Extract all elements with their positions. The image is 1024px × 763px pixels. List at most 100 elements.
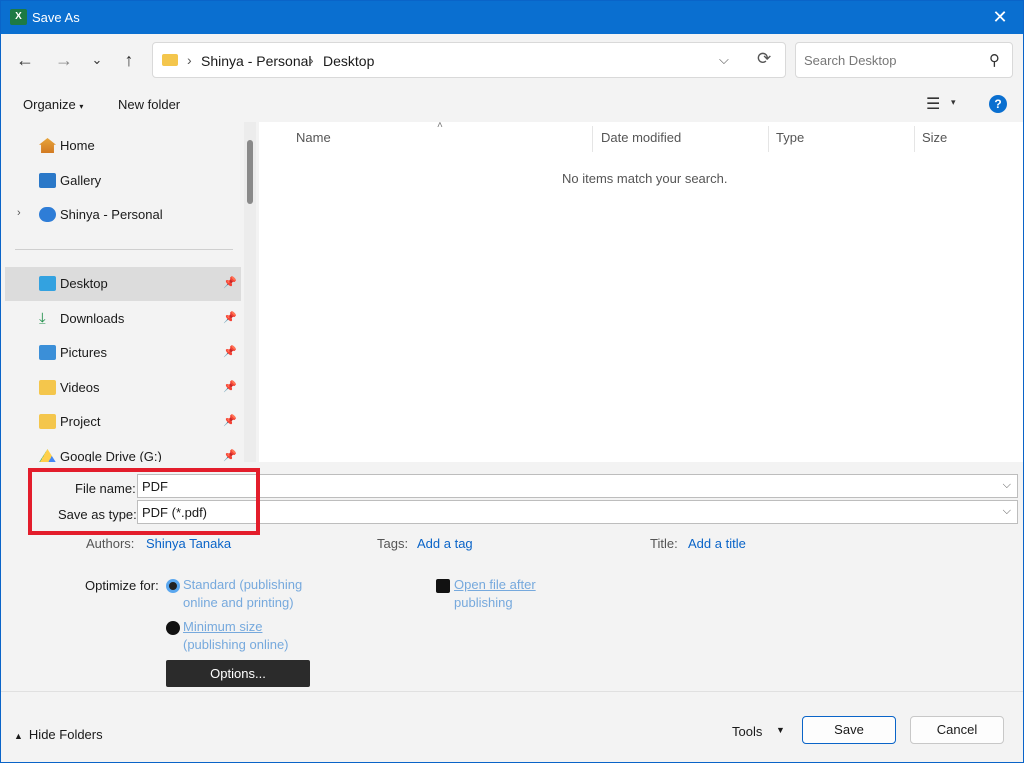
pin-icon[interactable]: 📌 (223, 380, 237, 393)
tags-field[interactable]: Add a tag (417, 536, 473, 551)
highlight-annotation-box (28, 468, 260, 535)
sidebar-item-desktop[interactable]: Desktop 📌 (5, 267, 241, 301)
navigation-pane: Home Gallery › Shinya - Personal Desktop… (1, 122, 259, 462)
chevron-down-icon[interactable]: ⌵ (1003, 479, 1011, 492)
breadcrumb-desktop[interactable]: Desktop (323, 53, 374, 69)
optimize-minimum-label[interactable]: Minimum size (publishing online) (183, 618, 289, 654)
sidebar-item-gallery[interactable]: Gallery (5, 164, 241, 198)
chevron-down-icon[interactable]: ⌵ (719, 52, 729, 68)
sidebar-item-label: Google Drive (G:) (60, 449, 162, 462)
options-button[interactable]: Options... (166, 660, 310, 687)
divider (15, 249, 233, 250)
column-header-type[interactable]: Type (776, 130, 804, 145)
empty-message: No items match your search. (562, 171, 728, 186)
open-file-after-label[interactable]: Open file after publishing (454, 576, 536, 612)
caret-down-icon[interactable]: ▾ (951, 97, 956, 108)
optimize-standard-label[interactable]: Standard (publishing online and printing… (183, 576, 302, 612)
home-icon (39, 138, 56, 153)
optimize-for-label: Optimize for: (85, 578, 159, 593)
chevron-down-icon[interactable]: ⌵ (1003, 505, 1011, 518)
folder-icon (162, 54, 178, 66)
column-header-name[interactable]: Name (296, 130, 331, 145)
save-button[interactable]: Save (802, 716, 896, 744)
open-after-line2: publishing (454, 595, 513, 610)
pin-icon[interactable]: 📌 (223, 449, 237, 462)
scrollbar[interactable] (244, 122, 256, 462)
sidebar-item-downloads[interactable]: ⤓ Downloads 📌 (5, 302, 241, 336)
column-divider[interactable] (592, 126, 593, 152)
sidebar-item-project[interactable]: Project 📌 (5, 405, 241, 439)
column-header-size[interactable]: Size (922, 130, 947, 145)
organize-label: Organize (23, 97, 76, 112)
address-bar[interactable]: › Shinya - Personal › Desktop ⌵ ⟳ (152, 42, 786, 78)
pin-icon[interactable]: 📌 (223, 414, 237, 427)
breadcrumb-shinya-personal[interactable]: Shinya - Personal (201, 53, 312, 69)
optimize-minimum-line1: Minimum size (183, 619, 263, 634)
column-header-date-modified[interactable]: Date modified (601, 130, 681, 145)
onedrive-icon (39, 207, 56, 222)
save-as-type-select[interactable]: PDF (*.pdf) ⌵ (137, 500, 1018, 524)
up-arrow-icon[interactable]: ↑ (115, 48, 143, 72)
pin-icon[interactable]: 📌 (223, 276, 237, 289)
chevron-right-icon[interactable]: › (17, 207, 21, 219)
excel-icon: X (10, 9, 27, 25)
pin-icon[interactable]: 📌 (223, 345, 237, 358)
hide-folders-button[interactable]: ▲ Hide Folders (14, 727, 103, 742)
optimize-minimum-line2: (publishing online) (183, 637, 289, 652)
sidebar-item-pictures[interactable]: Pictures 📌 (5, 336, 241, 370)
optimize-minimum-radio[interactable] (166, 621, 180, 635)
search-input[interactable]: Search Desktop ⚲ (795, 42, 1013, 78)
view-options-icon[interactable]: ☰ (926, 94, 940, 114)
column-divider[interactable] (914, 126, 915, 152)
refresh-icon[interactable]: ⟳ (757, 49, 771, 69)
optimize-standard-line2: online and printing) (183, 595, 294, 610)
title-field[interactable]: Add a title (688, 536, 746, 551)
sidebar-item-videos[interactable]: Videos 📌 (5, 371, 241, 405)
sidebar-item-shinya-personal[interactable]: › Shinya - Personal (5, 198, 241, 232)
help-icon[interactable]: ? (989, 95, 1007, 113)
sidebar-item-label: Shinya - Personal (60, 207, 163, 222)
sidebar-item-label: Downloads (60, 311, 125, 326)
file-list: Name ˄ Date modified Type Size No items … (259, 120, 1023, 462)
sidebar-item-label: Desktop (60, 276, 108, 291)
caret-down-icon[interactable]: ▼ (776, 725, 785, 735)
caret-up-icon: ▲ (14, 731, 23, 741)
folder-icon (39, 380, 56, 395)
pin-icon[interactable]: 📌 (223, 311, 237, 324)
sidebar-item-home[interactable]: Home (5, 129, 241, 163)
sidebar-item-label: Gallery (60, 173, 102, 188)
sidebar-item-google-drive[interactable]: Google Drive (G:) 📌 (5, 440, 241, 462)
organize-button[interactable]: Organize ▾ (23, 97, 83, 112)
new-folder-button[interactable]: New folder (118, 97, 180, 112)
google-drive-icon (39, 449, 56, 462)
open-file-after-checkbox[interactable] (436, 579, 450, 593)
cancel-button[interactable]: Cancel (910, 716, 1004, 744)
file-name-field[interactable]: PDF ⌵ (137, 474, 1018, 498)
recent-locations-chevron-icon[interactable]: ⌄ (83, 48, 111, 72)
command-bar: Organize ▾ New folder ☰ ▾ ? (1, 86, 1023, 122)
download-icon: ⤓ (39, 310, 46, 327)
caret-down-icon: ▾ (79, 102, 84, 111)
tags-label: Tags: (377, 536, 409, 551)
title-bar: X Save As ✕ (1, 1, 1023, 34)
authors-field[interactable]: Shinya Tanaka (146, 536, 231, 551)
save-as-dialog: X Save As ✕ ← → ⌄ ↑ › Shinya - Personal … (0, 0, 1024, 763)
breadcrumb-separator-icon: › (309, 52, 314, 68)
breadcrumb-separator-icon: › (187, 52, 192, 68)
open-after-line1: Open file after (454, 577, 536, 592)
gallery-icon (39, 173, 56, 188)
back-arrow-icon[interactable]: ← (11, 48, 39, 72)
sidebar-item-label: Home (60, 138, 95, 153)
sort-ascending-icon: ˄ (437, 120, 443, 131)
tools-button[interactable]: Tools (732, 724, 762, 739)
column-divider[interactable] (768, 126, 769, 152)
optimize-standard-radio[interactable] (166, 579, 180, 593)
close-icon[interactable]: ✕ (977, 1, 1023, 34)
search-icon[interactable]: ⚲ (989, 51, 1000, 69)
scrollbar-thumb[interactable] (247, 140, 253, 204)
search-placeholder: Search Desktop (804, 53, 897, 68)
forward-arrow-icon[interactable]: → (50, 48, 78, 72)
sidebar-item-label: Pictures (60, 345, 107, 360)
authors-label: Authors: (86, 536, 135, 551)
window-title: Save As (32, 10, 80, 25)
